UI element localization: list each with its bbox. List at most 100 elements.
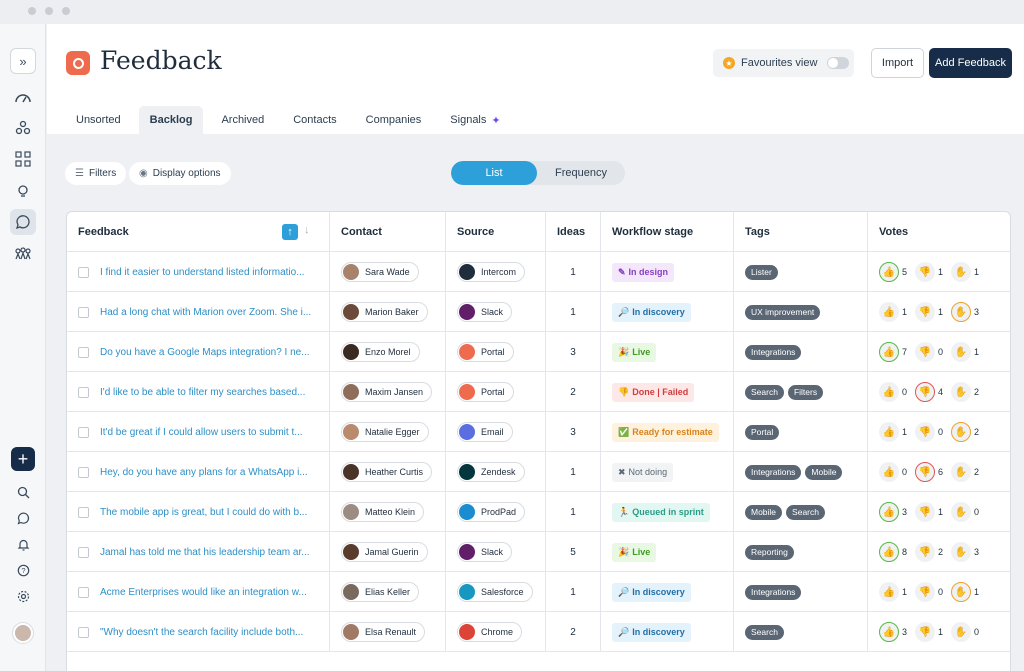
vote-item[interactable]: 👎 0 (915, 422, 943, 442)
header-workflow-stage[interactable]: Workflow stage (601, 212, 734, 252)
table-row[interactable]: I find it easier to understand listed in… (67, 252, 1010, 292)
feedback-cell[interactable]: Had a long chat with Marion over Zoom. S… (67, 292, 330, 332)
vote-item[interactable]: 👎 1 (915, 502, 943, 522)
workflow-stage-badge[interactable]: ✖ Not doing (612, 462, 674, 482)
frequency-view-button[interactable]: Frequency (537, 161, 625, 185)
feedback-cell[interactable]: Jamal has told me that his leadership te… (67, 532, 330, 572)
tag-badge[interactable]: Portal (745, 424, 780, 440)
expand-sidebar-button[interactable]: » (10, 48, 36, 74)
hand-icon[interactable]: ✋ (951, 542, 972, 562)
vote-item[interactable]: 👎 1 (915, 262, 943, 282)
thumbs-up-icon[interactable]: 👍 (879, 262, 899, 282)
tag-badge[interactable]: Search (786, 504, 825, 520)
thumbs-up-icon[interactable]: 👍 (879, 302, 899, 322)
vote-item[interactable]: 👎 6 (915, 462, 943, 482)
row-checkbox[interactable] (78, 546, 89, 558)
sort-descending-icon[interactable]: ↓ (304, 224, 310, 236)
vote-item[interactable]: 👍 1 (879, 422, 907, 442)
vote-item[interactable]: 👍 0 (879, 462, 907, 482)
thumbs-down-icon[interactable]: 👎 (915, 382, 936, 402)
vote-item[interactable]: ✋ 2 (951, 462, 979, 482)
thumbs-up-icon[interactable]: 👍 (879, 542, 899, 562)
source-chip[interactable]: Email (457, 422, 513, 442)
favourites-view-toggle[interactable]: ★ Favourites view (713, 49, 854, 77)
thumbs-up-icon[interactable]: 👍 (879, 382, 899, 402)
thumbs-down-icon[interactable]: 👎 (915, 262, 936, 282)
source-chip[interactable]: Portal (457, 382, 514, 402)
feedback-cell[interactable]: I'd like to be able to filter my searche… (67, 372, 330, 412)
row-checkbox[interactable] (78, 466, 89, 478)
hand-icon[interactable]: ✋ (951, 262, 972, 282)
plus-icon[interactable]: + (11, 447, 35, 471)
thumbs-down-icon[interactable]: 👎 (915, 502, 936, 522)
thumbs-up-icon[interactable]: 👍 (879, 622, 899, 642)
workflow-stage-badge[interactable]: ✎ In design (612, 262, 675, 282)
hand-icon[interactable]: ✋ (951, 622, 972, 642)
people-icon[interactable] (10, 241, 36, 267)
row-checkbox[interactable] (78, 306, 89, 318)
vote-item[interactable]: 👎 0 (915, 342, 943, 362)
contact-chip[interactable]: Elsa Renault (341, 622, 426, 642)
workflow-stage-badge[interactable]: 🎉 Live (612, 342, 657, 362)
tag-badge[interactable]: Reporting (745, 544, 794, 560)
feedback-icon[interactable] (10, 209, 36, 235)
feedback-text[interactable]: I'd like to be able to filter my searche… (100, 387, 320, 398)
thumbs-down-icon[interactable]: 👎 (915, 542, 936, 562)
header-votes[interactable]: Votes (868, 212, 1010, 252)
thumbs-down-icon[interactable]: 👎 (915, 622, 936, 642)
chat-icon[interactable] (10, 505, 36, 531)
tab-unsorted[interactable]: Unsorted (65, 106, 132, 134)
contact-chip[interactable]: Jamal Guerin (341, 542, 428, 562)
list-view-button[interactable]: List (451, 161, 537, 185)
thumbs-down-icon[interactable]: 👎 (915, 582, 936, 602)
vote-item[interactable]: 👍 0 (879, 382, 907, 402)
row-checkbox[interactable] (78, 626, 89, 638)
feedback-text[interactable]: It'd be great if I could allow users to … (100, 427, 320, 438)
source-chip[interactable]: Salesforce (457, 582, 533, 602)
tag-badge[interactable]: Integrations (745, 464, 802, 480)
vote-item[interactable]: 👎 2 (915, 542, 943, 562)
hand-icon[interactable]: ✋ (951, 302, 972, 322)
table-row[interactable]: It'd be great if I could allow users to … (67, 412, 1010, 452)
help-icon[interactable]: ? (10, 557, 36, 583)
hand-icon[interactable]: ✋ (951, 502, 972, 522)
table-row[interactable]: Had a long chat with Marion over Zoom. S… (67, 292, 1010, 332)
thumbs-up-icon[interactable]: 👍 (879, 502, 899, 522)
dashboard-icon[interactable] (10, 84, 36, 110)
vote-item[interactable]: 👍 5 (879, 262, 907, 282)
filters-button[interactable]: ☰ Filters (65, 162, 127, 185)
modules-icon[interactable] (10, 115, 36, 141)
row-checkbox[interactable] (78, 426, 89, 438)
feedback-cell[interactable]: Do you have a Google Maps integration? I… (67, 332, 330, 372)
tag-badge[interactable]: Mobile (805, 464, 843, 480)
sort-ascending-icon[interactable]: ↑ (282, 224, 298, 240)
hand-icon[interactable]: ✋ (951, 422, 972, 442)
contact-chip[interactable]: Natalie Egger (341, 422, 429, 442)
source-chip[interactable]: Slack (457, 542, 513, 562)
vote-item[interactable]: ✋ 1 (951, 262, 979, 282)
workflow-stage-badge[interactable]: 🎉 Live (612, 542, 657, 562)
workflow-stage-badge[interactable]: 🔎 In discovery (612, 582, 691, 602)
vote-item[interactable]: ✋ 3 (951, 542, 979, 562)
user-avatar[interactable] (13, 623, 33, 643)
feedback-text[interactable]: I find it easier to understand listed in… (100, 267, 320, 278)
feedback-cell[interactable]: I find it easier to understand listed in… (67, 252, 330, 292)
workflow-stage-badge[interactable]: 👎 Done | Failed (612, 382, 695, 402)
table-row[interactable]: Do you have a Google Maps integration? I… (67, 332, 1010, 372)
header-ideas[interactable]: Ideas (546, 212, 601, 252)
contact-chip[interactable]: Sara Wade (341, 262, 419, 282)
vote-item[interactable]: 👍 3 (879, 622, 907, 642)
thumbs-down-icon[interactable]: 👎 (915, 462, 936, 482)
header-source[interactable]: Source (446, 212, 546, 252)
vote-item[interactable]: 👍 1 (879, 302, 907, 322)
tag-badge[interactable]: Search (745, 384, 784, 400)
tag-badge[interactable]: Integrations (745, 344, 802, 360)
feedback-text[interactable]: Jamal has told me that his leadership te… (100, 547, 320, 558)
tag-badge[interactable]: Mobile (745, 504, 783, 520)
tag-badge[interactable]: UX improvement (745, 304, 821, 320)
contact-chip[interactable]: Maxim Jansen (341, 382, 433, 402)
contact-chip[interactable]: Matteo Klein (341, 502, 425, 522)
toggle-switch[interactable] (827, 57, 850, 69)
feedback-cell[interactable]: Hey, do you have any plans for a WhatsAp… (67, 452, 330, 492)
source-chip[interactable]: ProdPad (457, 502, 526, 522)
